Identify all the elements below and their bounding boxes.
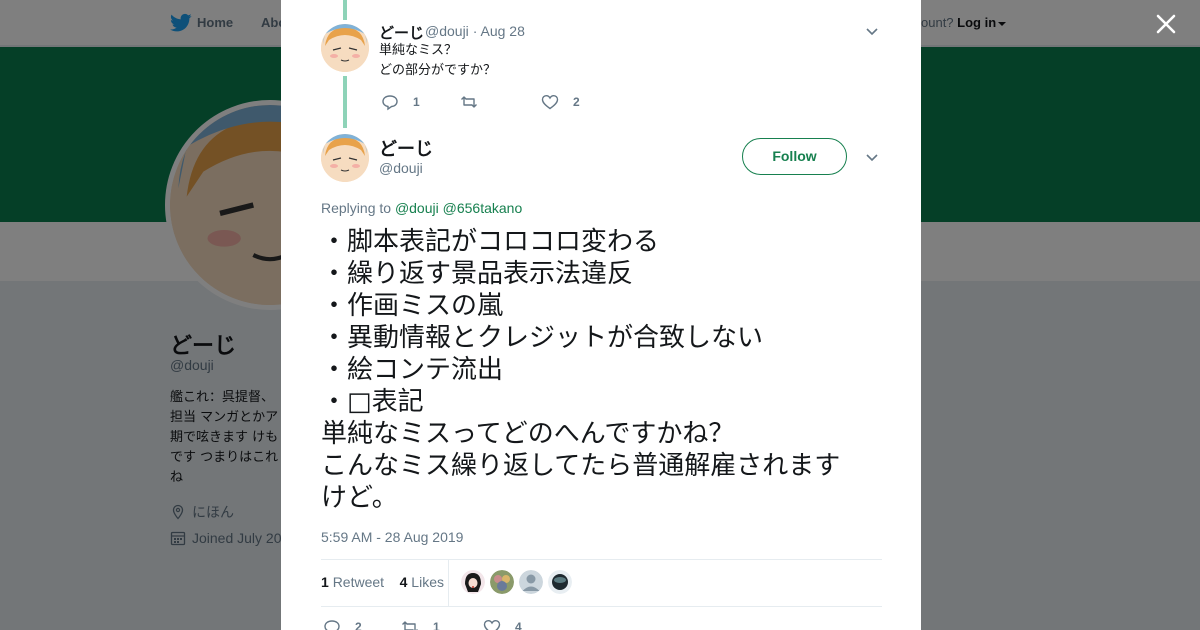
reply-icon[interactable] <box>381 93 399 111</box>
thread-line <box>343 0 347 20</box>
liker-avatars <box>461 570 572 594</box>
like-count: 4 <box>515 620 522 630</box>
retweet-action[interactable]: 1 <box>401 618 440 630</box>
reply-count: 1 <box>413 95 420 109</box>
tweet-line: 単純なミス？ <box>379 43 458 58</box>
like-action[interactable]: 2 <box>541 93 580 111</box>
likes-label[interactable]: Likes <box>411 574 444 590</box>
meta-dot: · <box>472 23 478 39</box>
tweet-line: ・脚本表記がコロコロ変わる <box>321 227 660 257</box>
retweet-action[interactable] <box>460 93 492 111</box>
mention-link[interactable]: @656takano <box>443 200 523 216</box>
tweet-line: ・作画ミスの嵐 <box>321 291 504 321</box>
tweet-line: ・絵コンテ流出 <box>321 355 504 385</box>
retweets-number[interactable]: 1 <box>321 574 329 590</box>
likes-number[interactable]: 4 <box>400 574 408 590</box>
like-action[interactable]: 4 <box>483 618 522 630</box>
author-handle[interactable]: @douji <box>379 160 423 176</box>
tweet-line: ・異動情報とクレジットが合致しない <box>321 323 764 353</box>
close-icon[interactable] <box>1154 12 1178 36</box>
avatar[interactable] <box>321 134 369 182</box>
divider <box>321 606 882 607</box>
retweet-count: 1 <box>433 620 440 630</box>
tweet-line: こんなミス繰り返してたら普通解雇されます <box>321 451 841 481</box>
reply-action[interactable]: 1 <box>381 93 420 111</box>
heart-icon[interactable] <box>483 618 501 630</box>
tweet-line: どの部分がですか？ <box>379 63 497 78</box>
chevron-down-icon[interactable] <box>865 150 879 164</box>
reply-count: 2 <box>355 620 362 630</box>
divider <box>448 560 449 606</box>
liker-avatar[interactable] <box>548 570 572 594</box>
retweet-icon[interactable] <box>460 93 478 111</box>
tweet-line: けど。 <box>321 483 398 513</box>
follow-button[interactable]: Follow <box>742 138 847 175</box>
avatar[interactable] <box>321 24 369 72</box>
tweet-text: ・脚本表記がコロコロ変わる ・繰り返す景品表示法違反 ・作画ミスの嵐 ・異動情報… <box>321 226 891 514</box>
tweet-timestamp[interactable]: 5:59 AM - 28 Aug 2019 <box>321 529 463 545</box>
liker-avatar[interactable] <box>519 570 543 594</box>
author-name[interactable]: どーじ <box>379 22 424 43</box>
replying-to: Replying to @douji @656takano <box>321 200 522 216</box>
retweet-icon[interactable] <box>401 618 419 630</box>
tweet-date[interactable]: Aug 28 <box>480 23 524 39</box>
chevron-down-icon[interactable] <box>865 24 879 38</box>
tweet-text: 単純なミス？ どの部分がですか？ <box>379 41 496 81</box>
tweet-line: ・□表記 <box>321 387 424 417</box>
retweets-label[interactable]: Retweet <box>333 574 384 590</box>
reply-icon[interactable] <box>323 618 341 630</box>
like-count: 2 <box>573 95 580 109</box>
thread-line <box>343 76 347 128</box>
tweet-modal: どーじ @douji · Aug 28 単純なミス？ どの部分がですか？ 1 2… <box>281 0 921 630</box>
divider <box>321 559 882 560</box>
liker-avatar[interactable] <box>490 570 514 594</box>
reply-action[interactable]: 2 <box>323 618 362 630</box>
tweet-meta: @douji · Aug 28 <box>425 23 525 39</box>
author-handle[interactable]: @douji <box>425 23 469 39</box>
replying-prefix: Replying to <box>321 200 392 216</box>
author-name[interactable]: どーじ <box>379 135 433 161</box>
liker-avatar[interactable] <box>461 570 485 594</box>
tweet-stats: 1 Retweet 4 Likes <box>321 574 444 590</box>
mention-link[interactable]: @douji <box>395 200 439 216</box>
tweet-line: 単純なミスってどのへんですかね？ <box>321 419 735 449</box>
tweet-line: ・繰り返す景品表示法違反 <box>321 259 634 289</box>
heart-icon[interactable] <box>541 93 559 111</box>
